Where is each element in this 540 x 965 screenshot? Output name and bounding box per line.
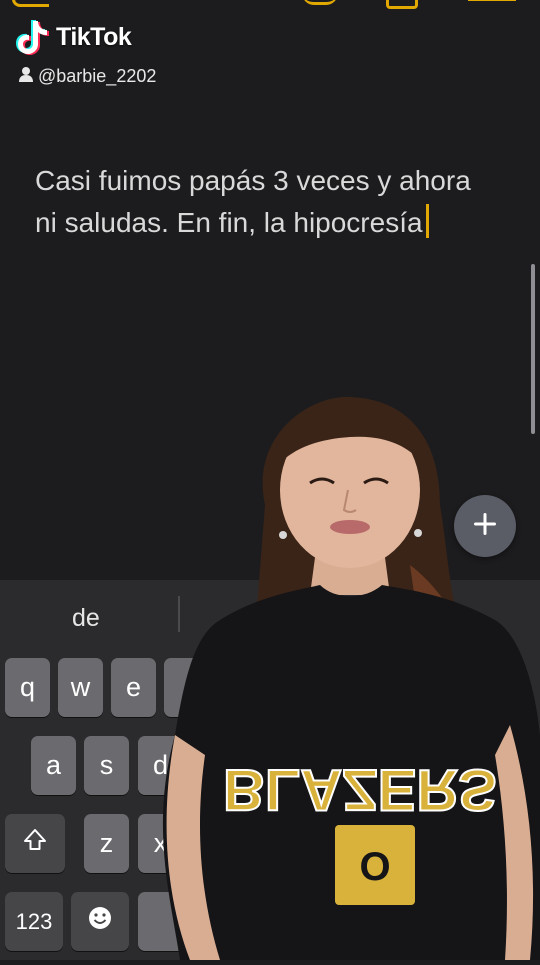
person-overlay: BLAZERS O (150, 395, 540, 960)
text-cursor (425, 204, 429, 238)
shift-icon (22, 827, 48, 860)
back-chevron-icon[interactable] (12, 0, 49, 7)
key-s[interactable]: s (84, 736, 129, 795)
tiktok-wordmark: TikTok (56, 22, 132, 51)
notes-toolbar (0, 0, 540, 9)
shift-key[interactable] (5, 814, 65, 873)
note-text: Casi fuimos papás 3 veces y ahora ni sal… (35, 165, 471, 238)
tiktok-watermark: TikTok (16, 18, 132, 56)
key-w[interactable]: w (58, 658, 103, 717)
checklist-icon[interactable] (302, 0, 338, 5)
key-q[interactable]: q (5, 658, 50, 717)
svg-text:BLAZERS: BLAZERS (223, 757, 497, 822)
user-icon (18, 66, 34, 87)
key-a[interactable]: a (31, 736, 76, 795)
note-body[interactable]: Casi fuimos papás 3 veces y ahora ni sal… (35, 160, 475, 244)
camera-icon[interactable] (386, 0, 418, 9)
svg-text:O: O (359, 845, 390, 889)
username-text: @barbie_2202 (38, 66, 157, 86)
key-z[interactable]: z (84, 814, 129, 873)
markup-icon[interactable] (468, 0, 516, 1)
emoji-key[interactable] (71, 892, 129, 951)
tiktok-logo-icon (16, 18, 50, 56)
suggestion-item[interactable]: de (72, 604, 100, 633)
numbers-key[interactable]: 123 (5, 892, 63, 951)
emoji-icon (87, 905, 113, 938)
watermark-username: @barbie_2202 (18, 66, 156, 87)
